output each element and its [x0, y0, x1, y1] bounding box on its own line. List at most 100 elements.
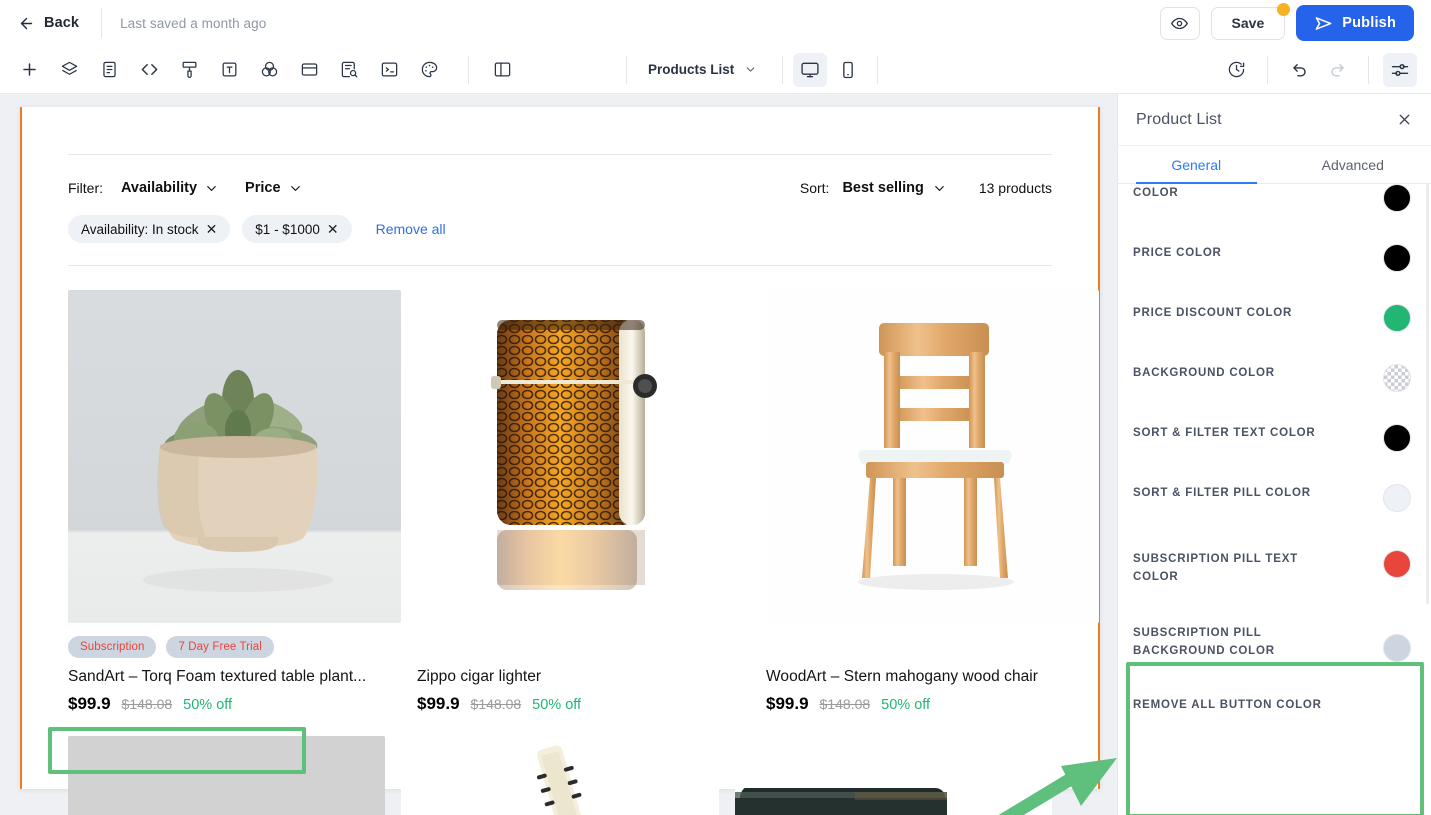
back-label: Back — [44, 15, 80, 31]
history-button[interactable] — [1219, 53, 1253, 87]
sort-dropdown[interactable]: Best selling — [842, 180, 946, 196]
terminal-button[interactable] — [372, 53, 406, 87]
setting-row-sort-filter-pill-color[interactable]: SORT & FILTER PILL COLOR — [1118, 468, 1431, 528]
text-button[interactable] — [212, 53, 246, 87]
tab-advanced[interactable]: Advanced — [1275, 146, 1431, 183]
product-title[interactable]: Zippo cigar lighter — [417, 668, 750, 686]
filter-chip-price[interactable]: $1 - $1000 ✕ — [242, 215, 352, 243]
toolbar-left-group — [12, 53, 446, 87]
product-discount: 50% off — [532, 697, 582, 713]
setting-row-subscription-pill-background-color[interactable]: SUBSCRIPTION PILL BACKGROUND COLOR — [1118, 602, 1431, 678]
product-pills: Subscription 7 Day Free Trial — [68, 636, 401, 658]
add-element-button[interactable] — [12, 53, 46, 87]
toolbar-separator-3 — [782, 55, 784, 84]
product-image-lighter[interactable] — [417, 290, 750, 623]
palette-button[interactable] — [412, 53, 446, 87]
product-title[interactable]: SandArt – Torq Foam textured table plant… — [68, 668, 401, 686]
divider-products — [68, 265, 1052, 266]
product-compare-price: $148.08 — [819, 696, 871, 712]
undo-button[interactable] — [1282, 53, 1316, 87]
back-button[interactable]: Back — [18, 15, 79, 32]
pages-button[interactable] — [92, 53, 126, 87]
product-grid-row-2 — [68, 736, 1052, 815]
product-pill-subscription[interactable]: Subscription — [68, 636, 157, 658]
color-swatch[interactable] — [1383, 424, 1411, 452]
filter-dropdown-availability-label: Availability — [121, 180, 198, 196]
send-icon — [1314, 14, 1333, 33]
sort-label: Sort: — [799, 180, 830, 196]
tab-general[interactable]: General — [1118, 146, 1275, 184]
filter-chip-availability[interactable]: Availability: In stock ✕ — [68, 215, 231, 243]
eye-icon — [1171, 15, 1189, 32]
color-swatch[interactable] — [1383, 550, 1411, 578]
color-swatch[interactable] — [1383, 304, 1411, 332]
product-image-row2-3[interactable] — [734, 736, 1052, 815]
setting-row-color[interactable]: COLOR — [1118, 184, 1431, 228]
filter-dropdown-price-label: Price — [245, 180, 281, 196]
color-swatch[interactable] — [1383, 484, 1411, 512]
color-swatch[interactable] — [1383, 634, 1411, 662]
editor-toolbar: Products List — [0, 46, 1431, 94]
desktop-view-button[interactable] — [793, 52, 828, 87]
split-panel-button[interactable] — [485, 53, 519, 87]
layers-button[interactable] — [52, 53, 86, 87]
product-card[interactable]: WoodArt – Stern mahogany wood chair $99.… — [766, 290, 1099, 714]
chevron-down-icon — [204, 181, 219, 196]
product-card[interactable]: Subscription 7 Day Free Trial SandArt – … — [68, 290, 401, 714]
brush-button[interactable] — [172, 53, 206, 87]
product-price: $99.9 — [417, 694, 460, 713]
product-image-chair[interactable] — [766, 290, 1099, 623]
blend-shapes-button[interactable] — [252, 53, 286, 87]
setting-label: SUBSCRIPTION PILL TEXT COLOR — [1133, 553, 1298, 583]
code-button[interactable] — [132, 53, 166, 87]
toolbar-separator-5 — [1267, 55, 1268, 84]
form-search-button[interactable] — [332, 53, 366, 87]
chevron-down-icon — [744, 63, 757, 76]
redo-button[interactable] — [1320, 53, 1354, 87]
remove-all-link[interactable]: Remove all — [376, 221, 446, 237]
color-swatch-transparent[interactable] — [1383, 364, 1411, 392]
setting-row-remove-all-button-color[interactable]: REMOVE ALL BUTTON COLOR — [1118, 678, 1431, 732]
filter-dropdown-price[interactable]: Price — [245, 180, 302, 196]
card-block-button[interactable] — [292, 53, 326, 87]
product-pill-free-trial[interactable]: 7 Day Free Trial — [166, 636, 274, 658]
chevron-down-icon — [288, 181, 303, 196]
filter-sort-bar: Filter: Availability Price Sort: Best se… — [68, 165, 1052, 211]
product-count: 13 products — [978, 180, 1052, 196]
setting-label: COLOR — [1133, 187, 1179, 199]
close-icon[interactable] — [1396, 111, 1413, 128]
product-title[interactable]: WoodArt – Stern mahogany wood chair — [766, 668, 1099, 686]
settings-panel-button[interactable] — [1383, 52, 1417, 87]
product-image-row2-2[interactable] — [401, 736, 719, 815]
publish-label: Publish — [1342, 15, 1396, 31]
setting-label: REMOVE ALL BUTTON COLOR — [1133, 699, 1322, 711]
toolbar-right-group — [1219, 52, 1431, 87]
product-card[interactable]: Zippo cigar lighter $99.9 $148.08 50% of… — [417, 290, 750, 714]
storefront-content: Filter: Availability Price Sort: Best se… — [20, 107, 1100, 815]
setting-row-sort-filter-text-color[interactable]: SORT & FILTER TEXT COLOR — [1118, 408, 1431, 468]
color-swatch[interactable] — [1383, 244, 1411, 272]
close-icon[interactable]: ✕ — [327, 222, 339, 236]
setting-label: SORT & FILTER TEXT COLOR — [1133, 427, 1316, 439]
filter-dropdown-availability[interactable]: Availability — [121, 180, 219, 196]
close-icon[interactable]: ✕ — [206, 222, 218, 236]
mobile-view-button[interactable] — [831, 53, 865, 87]
setting-row-background-color[interactable]: BACKGROUND COLOR — [1118, 348, 1431, 408]
product-discount: 50% off — [881, 697, 931, 713]
setting-row-price-discount-color[interactable]: PRICE DISCOUNT COLOR — [1118, 288, 1431, 348]
setting-label: PRICE DISCOUNT COLOR — [1133, 307, 1293, 319]
setting-row-price-color[interactable]: PRICE COLOR — [1118, 228, 1431, 288]
page-selector[interactable]: Products List — [635, 53, 770, 87]
publish-button[interactable]: Publish — [1296, 5, 1414, 41]
save-button[interactable]: Save — [1210, 2, 1291, 40]
setting-row-subscription-pill-text-color[interactable]: SUBSCRIPTION PILL TEXT COLOR — [1118, 528, 1431, 602]
color-swatch[interactable] — [1383, 184, 1411, 212]
product-image-row2-1[interactable] — [68, 736, 386, 815]
arrow-left-icon — [18, 15, 35, 32]
product-image-plant[interactable] — [68, 290, 401, 623]
preview-button[interactable] — [1159, 6, 1200, 40]
settings-rows-list: COLOR PRICE COLOR PRICE DISCOUNT COLOR B… — [1118, 184, 1431, 815]
product-price: $99.9 — [68, 694, 111, 713]
panel-scrollbar[interactable] — [1426, 184, 1429, 604]
top-header: Back Last saved a month ago Save Publish — [0, 0, 1431, 46]
